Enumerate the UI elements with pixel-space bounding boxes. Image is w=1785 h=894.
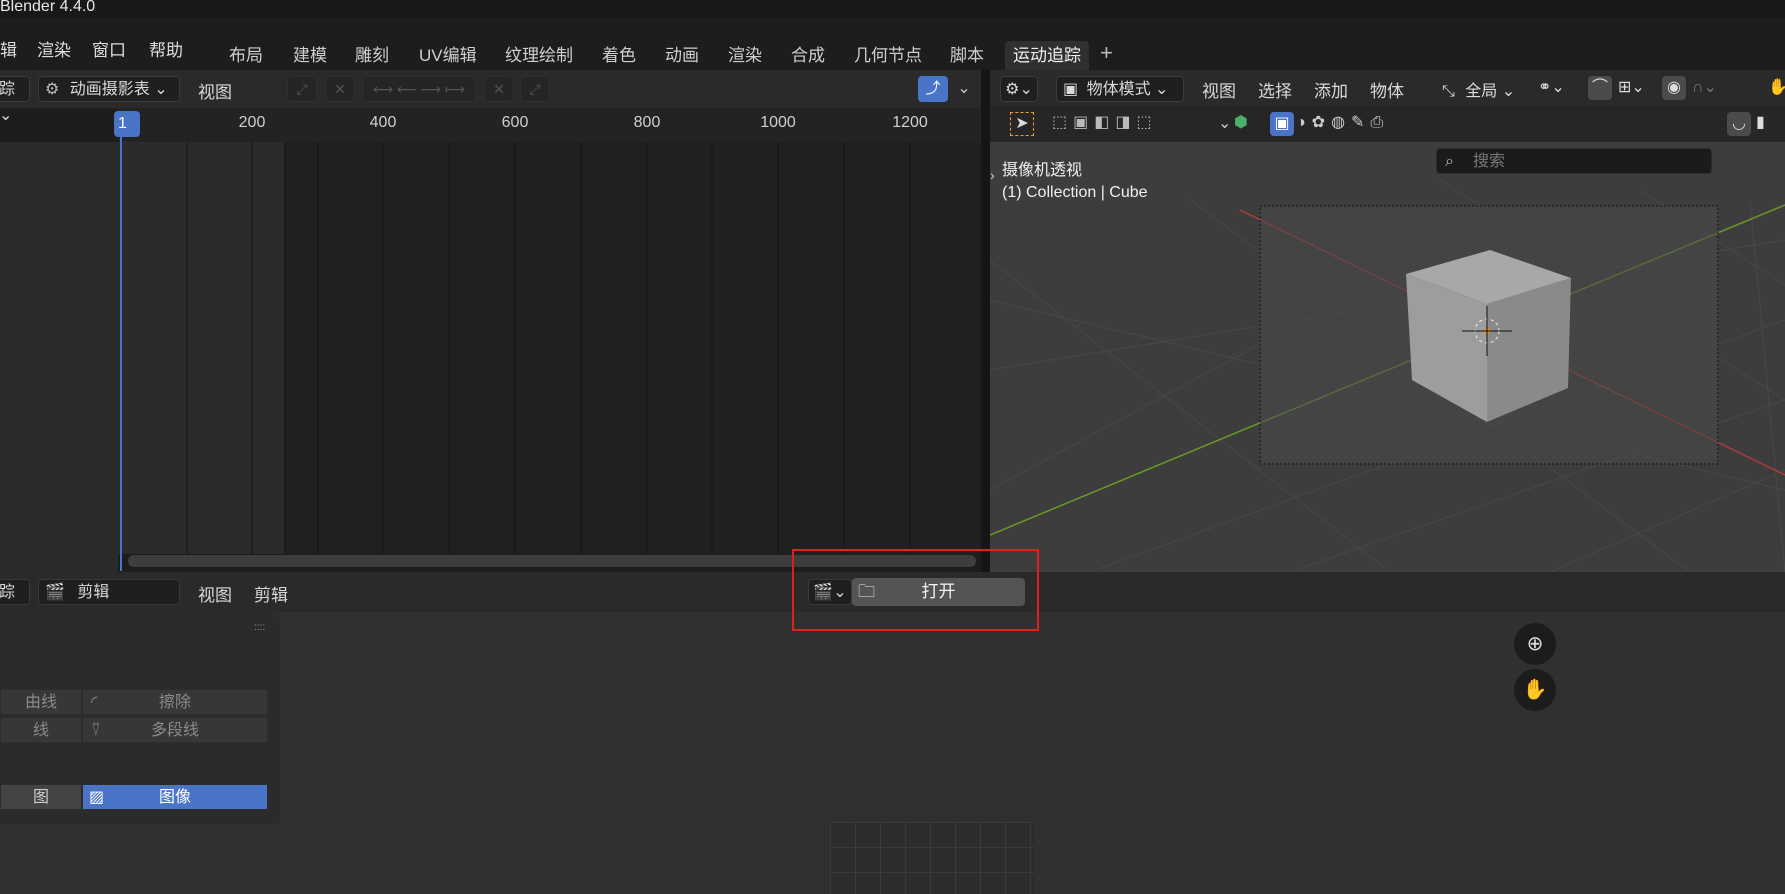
visibility-gizmo-icon[interactable]: ⬢: [1234, 112, 1248, 132]
freehand-line-button[interactable]: 由线: [0, 689, 82, 715]
select-mode-icons[interactable]: ⬚▣◧◨⬚: [1052, 112, 1158, 132]
keyframe-insert-icon: ⤢: [287, 76, 317, 102]
app-title: Blender 4.4.0: [0, 0, 96, 15]
editor-type-dropdown[interactable]: 踪 ⌄: [0, 76, 30, 124]
object-mode-icon: ▣: [1063, 81, 1079, 98]
playhead[interactable]: [120, 137, 122, 571]
timeline-grid: [118, 142, 911, 554]
chevron-down-icon[interactable]: ⌄: [1218, 113, 1231, 133]
viewport-subheader: ➤ ⬚▣◧◨⬚ ⌄ ⬢ ▣ ◑✿◍✎⎙ ⌕ 搜索 ◡ ▮: [990, 106, 1785, 174]
line-button[interactable]: 线: [0, 717, 82, 743]
orientation-icon: ⤡: [1442, 83, 1455, 100]
frame-ruler[interactable]: 200 400 600 800 1000 1200: [118, 108, 981, 142]
highlight-annotation: [792, 549, 1039, 631]
ruler-tick: 200: [238, 114, 266, 131]
pan-hand-icon[interactable]: ✋: [1514, 669, 1556, 711]
channel-region: [0, 142, 118, 572]
viewport-scene: [990, 179, 1785, 572]
wireframe-xray-icon[interactable]: ▣: [1270, 112, 1294, 136]
view-placement-button[interactable]: 图: [0, 784, 82, 810]
viewport-header: ⚙⌄ ▣ 物体模式 ⌄ 视图 选择 添加 物体 ⤡ 全局 ⌄ ⚭⌄ ⌒ ⊞⌄ ◉…: [990, 70, 1785, 106]
window-title-bar: Blender 4.4.0: [0, 0, 1785, 18]
falloff-icon: ∩⌄: [1692, 79, 1717, 96]
search-input[interactable]: ⌕ 搜索: [1436, 148, 1712, 174]
proportional-edit-icon[interactable]: ◉: [1662, 76, 1686, 100]
panel-grip-icon[interactable]: ::::: [254, 622, 265, 633]
tab-animation[interactable]: 动画: [657, 41, 707, 71]
clip-menu[interactable]: 剪辑: [254, 581, 288, 606]
sidebar-toggle-icon[interactable]: ›: [990, 167, 995, 183]
fcurve-toggle-icon[interactable]: ⤴: [918, 76, 948, 102]
ruler-tick: 1200: [892, 114, 928, 131]
chevron-down-icon[interactable]: ⌄: [950, 76, 978, 102]
image-placement-button[interactable]: ▨ 图像: [82, 784, 268, 810]
editor-divider: [981, 70, 990, 572]
object-mode-dropdown[interactable]: ▣ 物体模式 ⌄: [1056, 76, 1184, 102]
tab-sculpting[interactable]: 雕刻: [347, 41, 397, 71]
tab-shading[interactable]: 着色: [594, 41, 644, 71]
editor-type-dropdown[interactable]: 踪 ⌄: [0, 579, 30, 627]
tab-scripting[interactable]: 脚本: [942, 41, 992, 71]
clip-mode-dropdown[interactable]: 🎬 剪辑: [38, 579, 180, 605]
overlay-icon[interactable]: ◡: [1727, 112, 1751, 136]
viewport-select-menu[interactable]: 选择: [1258, 77, 1292, 102]
select-tool-icon[interactable]: ➤: [1010, 112, 1034, 136]
ruler-tick: 600: [501, 114, 529, 131]
bookmark-icon[interactable]: ▮: [1756, 112, 1765, 132]
dopesheet-view-menu[interactable]: 视图: [198, 78, 232, 103]
viewport-view-menu[interactable]: 视图: [1202, 77, 1236, 102]
menu-render[interactable]: 渲染: [37, 36, 71, 61]
tab-compositing[interactable]: 合成: [783, 41, 833, 71]
tab-uv-editing[interactable]: UV编辑: [411, 41, 485, 71]
transform-orientation-dropdown[interactable]: ⤡ 全局 ⌄: [1442, 77, 1515, 101]
keyframe-delete-icon: ✕: [325, 76, 355, 102]
annotation-tool-panel: :::: 由线 ◜ 擦除 线 ⍢ 多段线 图 ▨ 图像: [0, 612, 280, 824]
menu-window[interactable]: 窗口: [92, 36, 126, 61]
ruler-tick: 400: [369, 114, 397, 131]
pivot-icon[interactable]: ⚭⌄: [1538, 77, 1565, 97]
interpolation-icon: ✕: [484, 76, 514, 102]
erase-button[interactable]: ◜ 擦除: [82, 689, 268, 715]
tab-rendering[interactable]: 渲染: [720, 41, 770, 71]
viewport-object-menu[interactable]: 物体: [1370, 77, 1404, 102]
search-icon: ⌕: [1445, 153, 1454, 170]
tab-modeling[interactable]: 建模: [285, 41, 335, 71]
tab-texture-paint[interactable]: 纹理绘制: [497, 41, 581, 71]
clip-view-menu[interactable]: 视图: [198, 581, 232, 606]
snap-increment-icon[interactable]: ⊞⌄: [1618, 77, 1645, 97]
eraser-icon: ◜: [91, 694, 98, 711]
menu-help[interactable]: 帮助: [149, 36, 183, 61]
clip-editor-icon: 🎬: [45, 584, 65, 601]
tab-layout[interactable]: 布局: [221, 41, 271, 71]
current-frame-indicator[interactable]: 1: [114, 111, 140, 137]
tab-geometry-nodes[interactable]: 几何节点: [846, 41, 930, 71]
dopesheet-header: 踪 ⌄ ⚙ 动画摄影表 ⌄ 视图 ⤢ ✕ ⟷ ⟵ ⟶ ⟼ ✕ ⤢ ⤴ ⌄: [0, 70, 986, 124]
clip-grid: [830, 822, 1034, 894]
menu-edit[interactable]: 辑: [0, 36, 17, 61]
polyline-icon: ⍢: [91, 722, 101, 739]
snap-toggle-icon[interactable]: ⌒: [1588, 76, 1612, 100]
3d-viewport[interactable]: ⚙⌄ ▣ 物体模式 ⌄ 视图 选择 添加 物体 ⤡ 全局 ⌄ ⚭⌄ ⌒ ⊞⌄ ◉…: [990, 70, 1785, 572]
shading-mode-icons[interactable]: ◑✿◍✎⎙: [1296, 112, 1389, 132]
dopesheet-icon: ⚙: [45, 81, 60, 98]
easing-icon: ⤢: [520, 76, 550, 102]
tab-motion-tracking[interactable]: 运动追踪: [1005, 41, 1089, 71]
viewport-collection-label: (1) Collection | Cube: [1002, 184, 1148, 201]
viewport-add-menu[interactable]: 添加: [1314, 77, 1348, 102]
keyframe-handles-icons: ⟷ ⟵ ⟶ ⟼: [362, 76, 476, 102]
dopesheet-mode-dropdown[interactable]: ⚙ 动画摄影表 ⌄: [38, 76, 180, 102]
polyline-button[interactable]: ⍢ 多段线: [82, 717, 268, 743]
viewport-camera-label: 摄像机透视: [1002, 162, 1083, 179]
dopesheet-timeline[interactable]: [118, 142, 981, 554]
ruler-tick: 800: [633, 114, 661, 131]
gizmo-icon[interactable]: ✋: [1768, 77, 1785, 97]
editor-type-dropdown[interactable]: ⚙⌄: [1000, 76, 1038, 102]
top-menu-bar: 辑 渲染 窗口 帮助 布局 建模 雕刻 UV编辑 纹理绘制 着色 动画 渲染 合…: [0, 18, 1785, 71]
add-workspace-button[interactable]: +: [1100, 40, 1113, 66]
zoom-in-icon[interactable]: ⊕: [1514, 623, 1556, 665]
image-icon: ▨: [89, 789, 105, 806]
ruler-tick: 1000: [760, 114, 796, 131]
